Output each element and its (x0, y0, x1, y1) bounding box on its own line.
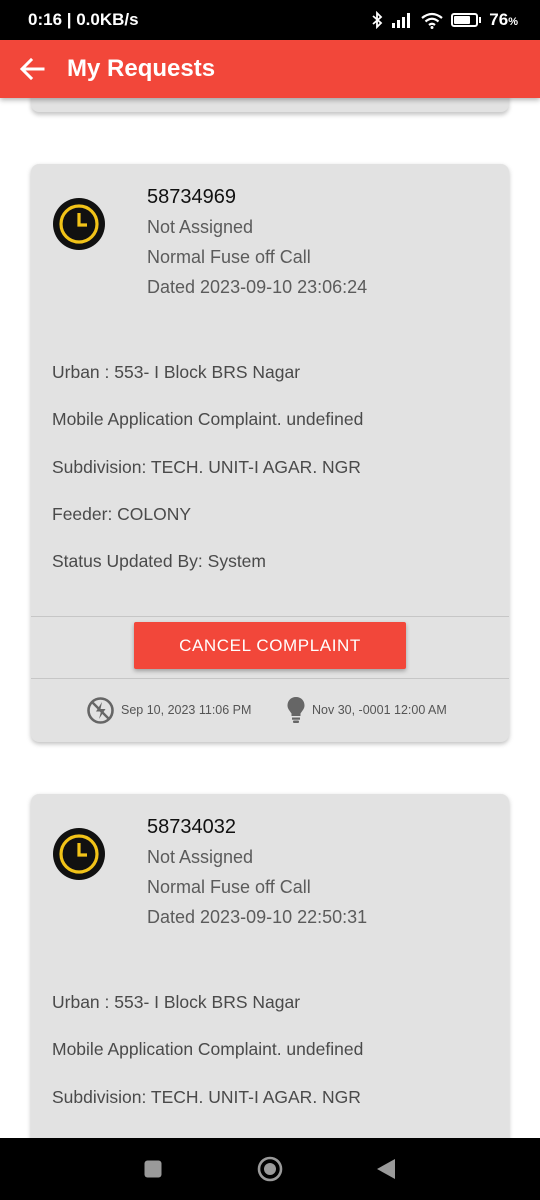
bluetooth-icon (372, 11, 383, 29)
status-time-speed: 0:16 | 0.0KB/s (28, 10, 139, 29)
bulb-icon (287, 697, 305, 723)
resolved-time: Nov 30, -0001 12:00 AM (286, 695, 447, 725)
complaint-time-text: Sep 10, 2023 11:06 PM (121, 703, 252, 717)
home-circle-icon[interactable] (257, 1156, 283, 1182)
clock-icon (53, 198, 105, 250)
wifi-icon (421, 12, 443, 29)
detail-source: Mobile Application Complaint. undefined (52, 1039, 364, 1060)
divider (31, 678, 509, 679)
request-type: Normal Fuse off Call (147, 877, 311, 897)
request-id: 58734969 (147, 186, 236, 208)
detail-address: Urban : 553- I Block BRS Nagar (52, 362, 301, 382)
request-date: Dated 2023-09-10 22:50:31 (147, 907, 368, 927)
requests-list[interactable]: 58734969 Not Assigned Normal Fuse off Ca… (0, 98, 540, 1138)
previous-request-card (31, 98, 509, 112)
system-nav-bar (0, 1138, 540, 1200)
battery-percent: 76% (489, 10, 518, 29)
app-bar: My Requests (0, 40, 540, 98)
request-type: Normal Fuse off Call (147, 247, 311, 267)
request-id: 58734032 (147, 816, 236, 838)
status-icons: 76% (371, 10, 518, 30)
back-triangle-icon[interactable] (376, 1158, 396, 1180)
request-status: Not Assigned (147, 847, 254, 867)
detail-feeder: Feeder: COLONY (52, 503, 192, 524)
request-card: 58734969 Not Assigned Normal Fuse off Ca… (31, 164, 509, 742)
divider (31, 616, 509, 617)
detail-subdivision: Subdivision: TECH. UNIT-I AGAR. NGR (52, 456, 361, 477)
arrow-left-icon[interactable] (18, 55, 46, 83)
request-details: Urban : 553- I Block BRS Nagar Mobile Ap… (52, 349, 363, 585)
complaint-time: Sep 10, 2023 11:06 PM (86, 696, 251, 725)
request-timestamps: Sep 10, 2023 11:06 PM Nov 30, -0001 12:0… (31, 692, 509, 728)
clock-icon (53, 828, 105, 880)
recents-square-icon[interactable] (144, 1160, 162, 1178)
detail-updated-by: Status Updated By: System (52, 551, 266, 572)
resolved-time-text: Nov 30, -0001 12:00 AM (312, 703, 447, 717)
request-details: Urban : 553- I Block BRS Nagar Mobile Ap… (52, 979, 363, 1121)
detail-address: Urban : 553- I Block BRS Nagar (52, 992, 301, 1012)
signal-icon (392, 13, 411, 28)
cancel-complaint-button[interactable]: CANCEL COMPLAINT (134, 622, 406, 669)
status-bar: 0:16 | 0.0KB/s 76% (0, 0, 540, 40)
detail-source: Mobile Application Complaint. undefined (52, 409, 364, 430)
request-date: Dated 2023-09-10 23:06:24 (147, 277, 368, 297)
power-off-icon (87, 696, 114, 724)
battery-icon (451, 13, 482, 27)
request-status: Not Assigned (147, 217, 254, 237)
detail-subdivision: Subdivision: TECH. UNIT-I AGAR. NGR (52, 1086, 361, 1107)
request-card: 58734032 Not Assigned Normal Fuse off Ca… (31, 794, 509, 1138)
page-title: My Requests (67, 55, 216, 82)
